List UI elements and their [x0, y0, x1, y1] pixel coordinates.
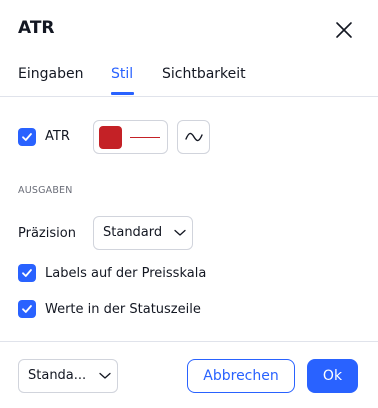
line-color-picker[interactable] — [93, 120, 168, 154]
atr-visible-checkbox[interactable] — [18, 128, 36, 146]
active-tab-indicator — [111, 92, 134, 95]
check-icon — [22, 269, 32, 277]
precision-value: Standard — [103, 225, 163, 240]
chevron-down-icon — [99, 372, 111, 379]
values-in-status-line-label: Werte in der Statuszeile — [45, 302, 201, 317]
footer-divider — [0, 341, 378, 342]
values-in-status-line-checkbox[interactable] — [18, 300, 36, 318]
labels-on-price-scale-label: Labels auf der Preisskala — [45, 266, 207, 281]
section-heading-ausgaben: AUSGABEN — [18, 185, 73, 196]
check-icon — [22, 305, 32, 313]
color-swatch — [99, 126, 122, 149]
ok-button[interactable]: Ok — [307, 359, 358, 393]
plot-type-button[interactable] — [177, 120, 210, 154]
tab-stil[interactable]: Stil — [111, 66, 133, 82]
dialog-title: ATR — [18, 18, 55, 38]
tab-eingaben[interactable]: Eingaben — [18, 66, 83, 82]
precision-select[interactable]: Standard — [93, 216, 193, 250]
cancel-button[interactable]: Abbrechen — [187, 359, 295, 393]
precision-label: Präzision — [18, 226, 76, 241]
line-style-preview — [130, 137, 160, 138]
atr-plot-label: ATR — [45, 129, 70, 144]
tab-bar: Eingaben Stil Sichtbarkeit — [0, 58, 378, 97]
close-icon[interactable] — [333, 19, 355, 41]
line-plot-icon — [185, 132, 203, 142]
template-select[interactable]: Standa... — [18, 359, 118, 393]
indicator-settings-dialog: ATR Eingaben Stil Sichtbarkeit ATR AUSGA… — [0, 0, 378, 408]
check-icon — [22, 133, 32, 141]
template-value: Standa... — [28, 368, 87, 383]
labels-on-price-scale-checkbox[interactable] — [18, 264, 36, 282]
chevron-down-icon — [174, 229, 186, 236]
tab-sichtbarkeit[interactable]: Sichtbarkeit — [162, 66, 246, 82]
